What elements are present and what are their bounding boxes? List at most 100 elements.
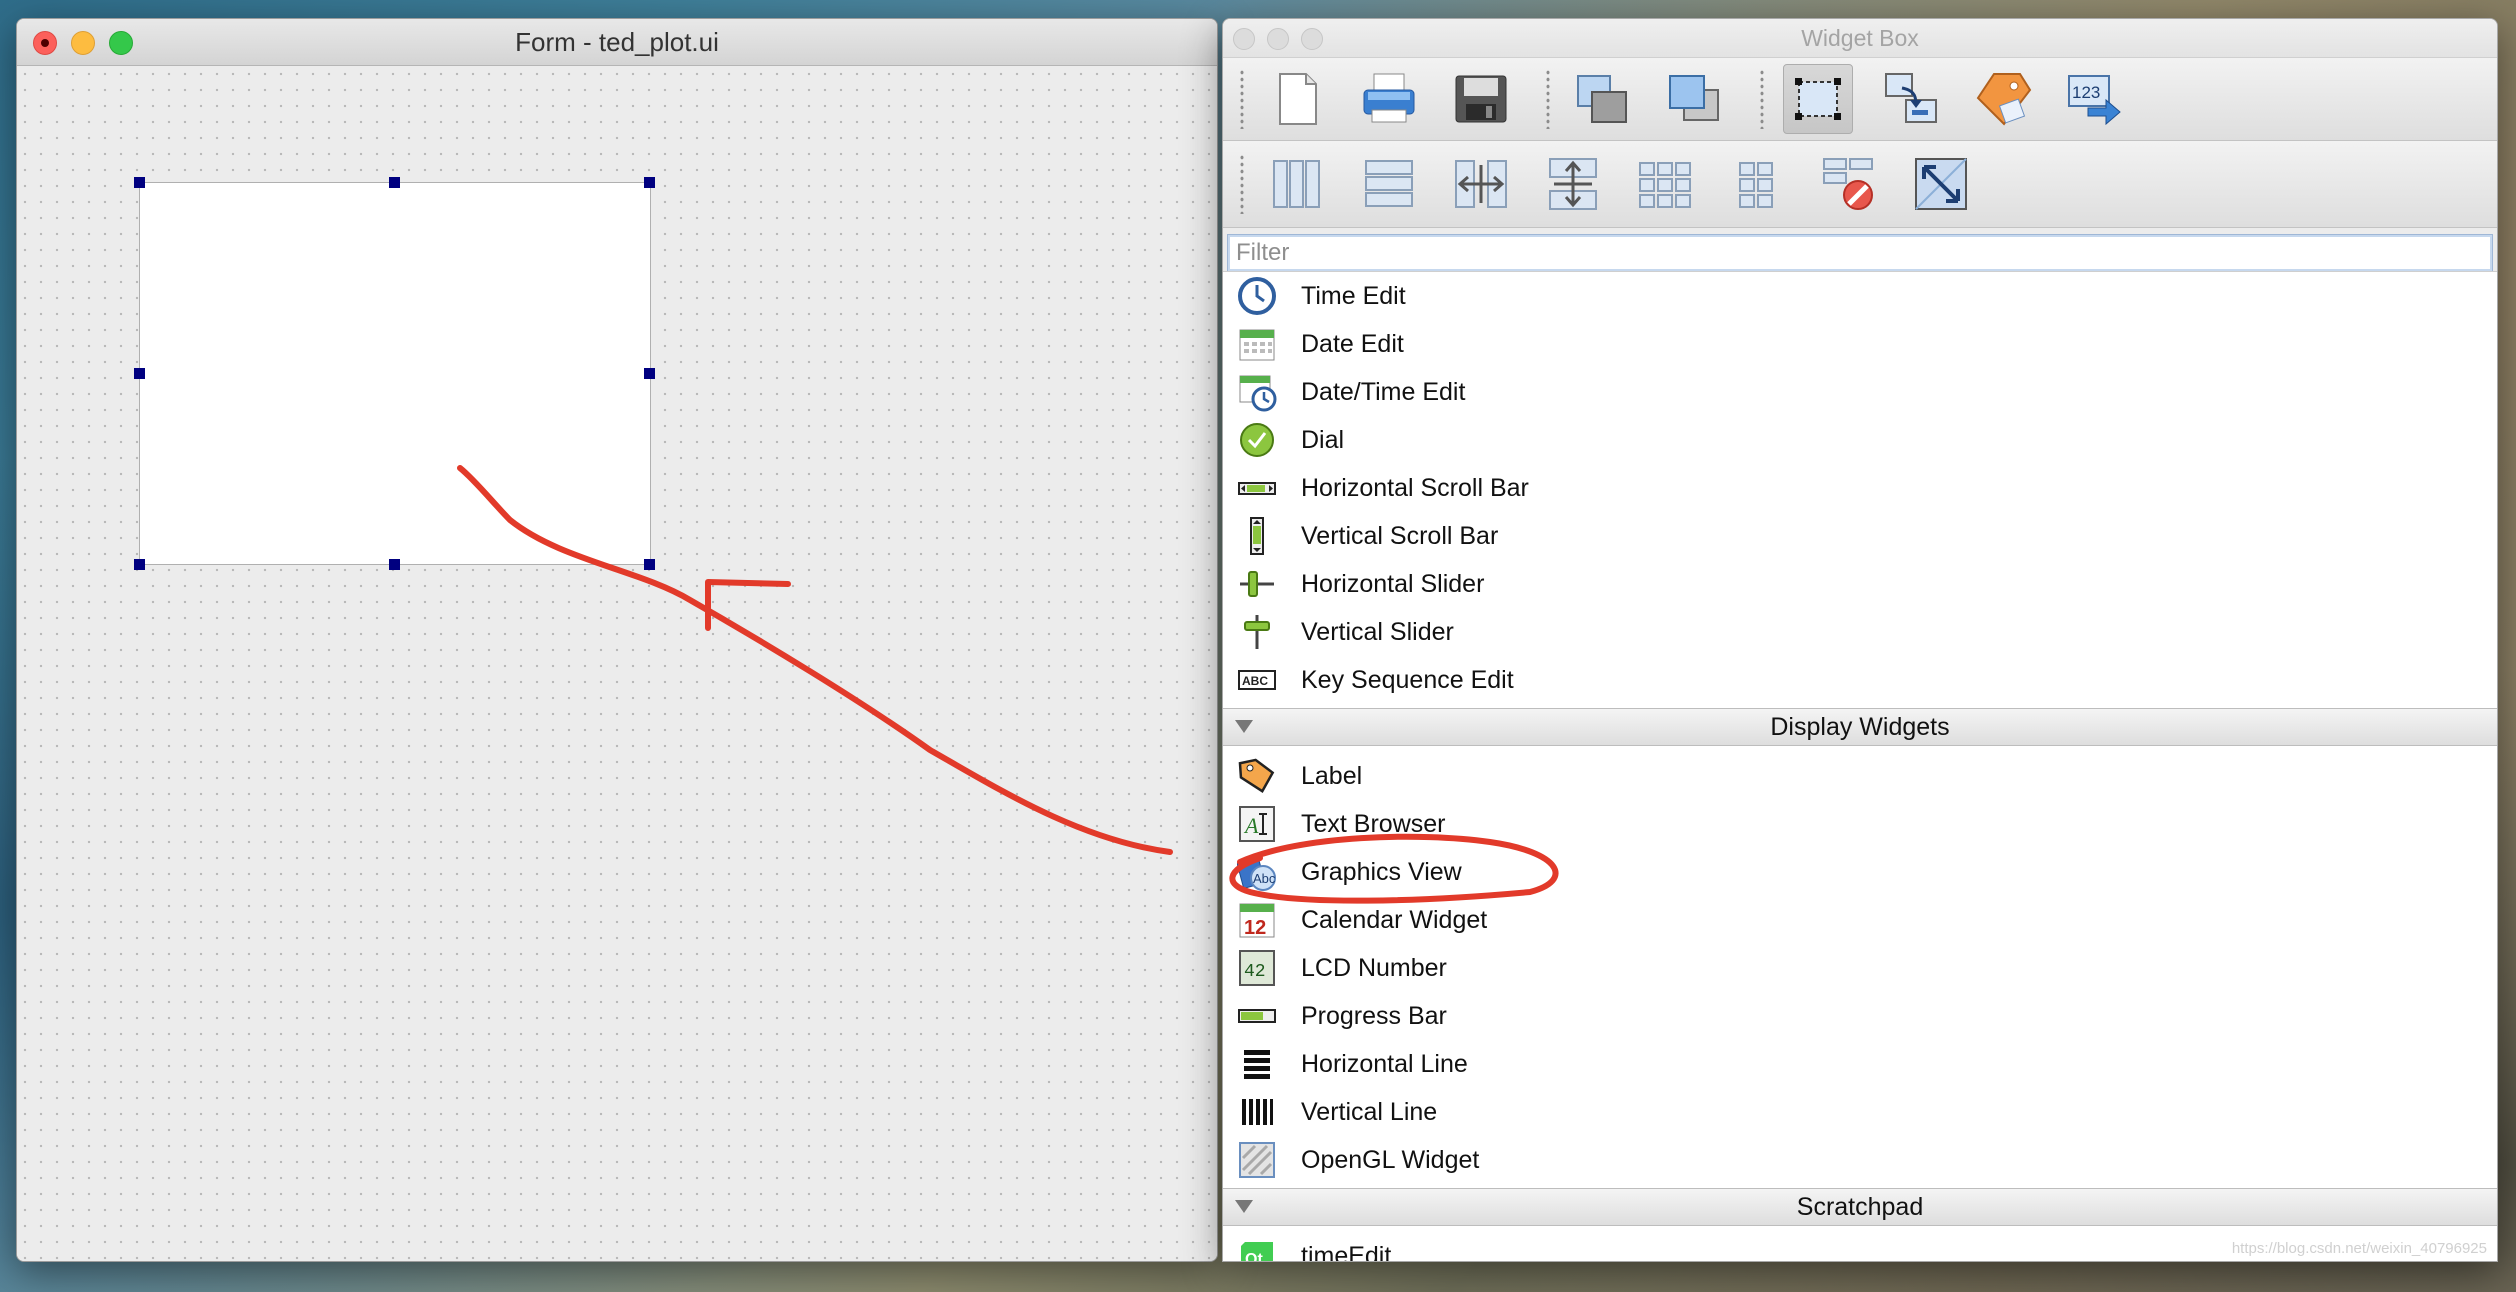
new-form-button[interactable] (1263, 65, 1331, 133)
resize-handle-tl[interactable] (134, 177, 145, 188)
save-icon (1455, 75, 1507, 123)
resize-handle-bl[interactable] (134, 559, 145, 570)
filter-input[interactable] (1228, 235, 2492, 271)
widget-box-window: Widget Box 123 Filter Time Edit Date Edi… (1222, 18, 2498, 1262)
list-item-vertical-line[interactable]: Vertical Line (1223, 1088, 2497, 1136)
list-item-dial[interactable]: Dial (1223, 416, 2497, 464)
qt-text: Qt (1245, 1251, 1263, 1262)
category-scratchpad[interactable]: Scratchpad (1223, 1188, 2497, 1226)
category-label: Display Widgets (1770, 712, 1950, 741)
form-titlebar[interactable]: Form - ted_plot.ui (17, 19, 1217, 66)
abc-text: ABC (1242, 674, 1268, 688)
resize-handle-r[interactable] (644, 368, 655, 379)
list-item-label: Text Browser (1301, 809, 1446, 838)
list-item-progress-bar[interactable]: Progress Bar (1223, 992, 2497, 1040)
edit-widgets-icon (1795, 78, 1841, 120)
collapse-triangle-icon[interactable] (1235, 1200, 1253, 1213)
list-item-label: Horizontal Scroll Bar (1301, 473, 1529, 502)
key-sequence-icon: ABC (1238, 670, 1276, 690)
svg-text:A: A (1243, 813, 1259, 838)
list-item-hslider[interactable]: Horizontal Slider (1223, 560, 2497, 608)
form-design-canvas[interactable] (17, 66, 1217, 1261)
collapse-triangle-icon[interactable] (1235, 720, 1253, 733)
layout-form-button[interactable] (1723, 150, 1791, 218)
list-item-label-widget[interactable]: Label (1223, 752, 2497, 800)
resize-handle-tr[interactable] (644, 177, 655, 188)
list-item-vslider[interactable]: Vertical Slider (1223, 608, 2497, 656)
edit-tab-order-button[interactable]: 123 (2061, 65, 2129, 133)
layout-toolbar (1223, 141, 2497, 228)
filter-field[interactable] (1227, 234, 2493, 272)
counter-text: 123 (2072, 83, 2100, 102)
layout-form-icon (1739, 162, 1773, 208)
dial-icon (1240, 423, 1274, 457)
edit-widgets-button[interactable] (1783, 64, 1853, 134)
send-to-back-icon (1577, 75, 1627, 123)
break-layout-button[interactable] (1815, 150, 1883, 218)
list-item-datetime-edit[interactable]: Date/Time Edit (1223, 368, 2497, 416)
list-item-label: Label (1301, 761, 1363, 790)
list-item-calendar-widget[interactable]: 12 Calendar Widget (1223, 896, 2497, 944)
bring-to-front-icon (1669, 75, 1719, 121)
svg-text:Abc: Abc (1253, 871, 1276, 886)
list-item-label: Vertical Line (1301, 1097, 1438, 1126)
lcd-digits-text: 42 (1244, 962, 1266, 982)
edit-buddies-icon (1976, 73, 2032, 126)
list-item-time-edit[interactable]: Time Edit (1223, 272, 2497, 320)
toolbar-grip-3[interactable] (1759, 69, 1765, 129)
list-item-horizontal-line[interactable]: Horizontal Line (1223, 1040, 2497, 1088)
list-item-label: OpenGL Widget (1301, 1145, 1480, 1174)
print-button[interactable] (1355, 65, 1423, 133)
list-item-lcd-number[interactable]: 42 LCD Number (1223, 944, 2497, 992)
adjust-size-button[interactable] (1907, 150, 1975, 218)
lcd-icon: 42 (1239, 950, 1275, 986)
hslider-icon (1240, 571, 1274, 597)
save-button[interactable] (1447, 65, 1515, 133)
resize-handle-b[interactable] (389, 559, 400, 570)
text-browser-icon: A (1239, 806, 1275, 842)
list-item-label: Time Edit (1301, 281, 1406, 310)
list-item-vscrollbar[interactable]: Vertical Scroll Bar (1223, 512, 2497, 560)
list-item-label: Horizontal Slider (1301, 569, 1485, 598)
list-item-graphics-view[interactable]: Abc Graphics View (1223, 848, 2497, 896)
calendar-day-text: 12 (1244, 917, 1266, 939)
vline-icon (1242, 1099, 1273, 1125)
hline-icon (1244, 1050, 1270, 1079)
toolbar-grip-2[interactable] (1545, 69, 1551, 129)
widget-list[interactable]: Time Edit Date Edit Date/Time Edit Dial … (1223, 271, 2497, 1261)
resize-handle-l[interactable] (134, 368, 145, 379)
form-window-title: Form - ted_plot.ui (515, 27, 719, 57)
widget-box-title: Widget Box (1801, 25, 1919, 51)
list-item-date-edit[interactable]: Date Edit (1223, 320, 2497, 368)
send-to-back-button[interactable] (1569, 65, 1637, 133)
category-display-widgets[interactable]: Display Widgets (1223, 708, 2497, 746)
list-item-label: Progress Bar (1301, 1001, 1447, 1030)
widget-box-titlebar[interactable]: Widget Box (1223, 19, 2497, 58)
list-item-hscrollbar[interactable]: Horizontal Scroll Bar (1223, 464, 2497, 512)
layout-horizontal-icon (1273, 160, 1320, 208)
list-item-key-sequence-edit[interactable]: ABC Key Sequence Edit (1223, 656, 2497, 704)
placed-graphics-view[interactable] (139, 182, 651, 565)
layout-vertical-button[interactable] (1355, 150, 1423, 218)
edit-signals-button[interactable] (1877, 65, 1945, 133)
resize-handle-t[interactable] (389, 177, 400, 188)
layout-toolbar-grip[interactable] (1239, 154, 1245, 214)
layout-vertical-icon (1365, 160, 1413, 207)
list-item-text-browser[interactable]: A Text Browser (1223, 800, 2497, 848)
layout-grid-button[interactable] (1631, 150, 1699, 218)
hscroll-icon (1238, 482, 1276, 495)
bring-to-front-button[interactable] (1661, 65, 1729, 133)
resize-handle-br[interactable] (644, 559, 655, 570)
form-window: Form - ted_plot.ui (16, 18, 1218, 1262)
list-item-opengl-widget[interactable]: OpenGL Widget (1223, 1136, 2497, 1184)
edit-buddies-button[interactable] (1969, 65, 2037, 133)
toolbar-grip[interactable] (1239, 69, 1245, 129)
layout-grid-icon (1639, 162, 1691, 208)
splitter-vertical-icon (1549, 158, 1597, 210)
list-item-label: Dial (1301, 425, 1345, 454)
calendar-widget-icon: 12 (1239, 903, 1275, 939)
splitter-vertical-button[interactable] (1539, 150, 1607, 218)
clock-icon (1238, 277, 1276, 315)
layout-horizontal-button[interactable] (1263, 150, 1331, 218)
splitter-horizontal-button[interactable] (1447, 150, 1515, 218)
